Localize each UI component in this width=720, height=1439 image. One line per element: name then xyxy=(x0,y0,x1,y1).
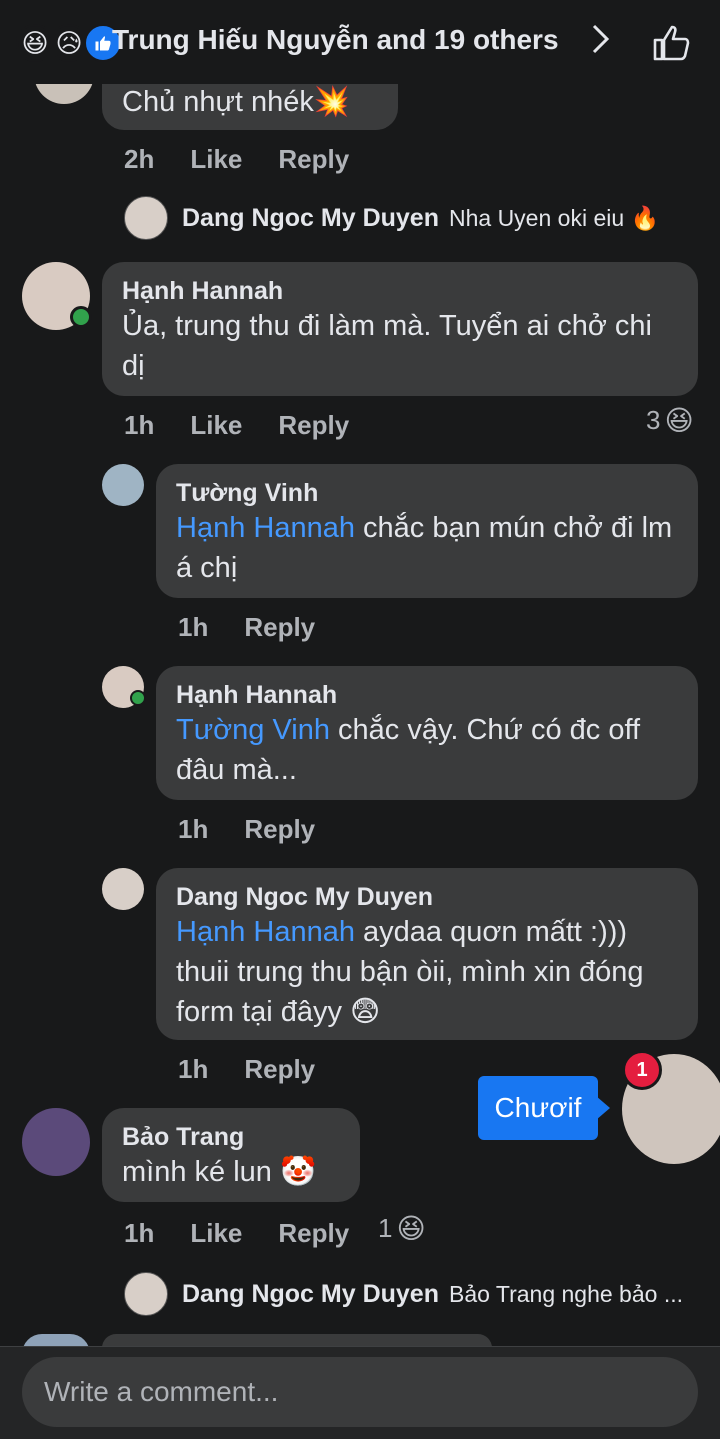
like-button[interactable]: Like xyxy=(190,410,242,441)
reply-meta: 1h Reply xyxy=(178,612,351,643)
reply-preview-text: Bảo Trang nghe bảo ... xyxy=(448,1280,683,1307)
chathead-tail xyxy=(596,1096,610,1120)
haha-reaction-icon: 😆 xyxy=(396,1213,426,1244)
reply-bubble: Tường Vinh Hạnh Hannah chắc bạn mún chở … xyxy=(156,464,698,598)
comment-time: 2h xyxy=(124,144,155,174)
reply-time: 1h xyxy=(178,814,209,844)
avatar xyxy=(124,1272,168,1316)
comment-time: 1h xyxy=(124,410,155,440)
comment-meta: 2h Like Reply xyxy=(124,144,385,175)
reply-button[interactable]: Reply xyxy=(278,144,349,175)
haha-reaction-icon: 😆 xyxy=(16,24,54,62)
comment-author[interactable]: Hạnh Hannah xyxy=(122,276,678,306)
reaction-count[interactable]: 3 😆 xyxy=(646,404,694,437)
reply-preview[interactable]: Dang Ngoc My Duyen Bảo Trang nghe bảo ..… xyxy=(124,1272,683,1316)
reply-preview-text: Nha Uyen oki eiu 🔥 xyxy=(448,204,660,231)
reply-meta: 1h Reply xyxy=(178,814,351,845)
comment-time: 1h xyxy=(124,1218,155,1248)
reply-button[interactable]: Reply xyxy=(278,1218,349,1249)
comment-input[interactable] xyxy=(22,1357,698,1427)
reply-time: 1h xyxy=(178,612,209,642)
avatar[interactable] xyxy=(22,1108,90,1176)
avatar xyxy=(124,196,168,240)
comment-text: Ủa, trung thu đi làm mà. Tuyển ai chở ch… xyxy=(122,310,652,382)
chevron-right-icon[interactable] xyxy=(590,22,612,65)
mention-link[interactable]: Hạnh Hannah xyxy=(176,512,355,544)
comment-meta: 1h Like Reply xyxy=(124,410,385,441)
comment-bubble: Bảo Trang mình ké lun 🤡 xyxy=(102,1108,360,1202)
reply-text: Hạnh Hannah aydaa quơn mấtt :))) thuii t… xyxy=(176,916,644,1028)
reaction-count[interactable]: 1 😆 xyxy=(378,1212,426,1245)
comment-meta: 1h Like Reply xyxy=(124,1218,385,1249)
avatar[interactable] xyxy=(102,868,144,910)
thumbs-up-icon[interactable] xyxy=(652,24,692,62)
avatar[interactable] xyxy=(102,464,144,506)
reply-bubble: Dang Ngoc My Duyen Hạnh Hannah aydaa quơ… xyxy=(156,868,698,1040)
reactions-header: 😆 😥 Trung Hiếu Nguyễn and 19 others xyxy=(0,0,720,84)
online-indicator xyxy=(130,690,146,706)
haha-reaction-icon: 😆 xyxy=(664,405,694,436)
reply-preview-name: Dang Ngoc My Duyen xyxy=(182,1279,439,1308)
reply-author[interactable]: Dang Ngoc My Duyen xyxy=(176,882,678,912)
reply-text: Hạnh Hannah chắc bạn mún chở đi lm á chị xyxy=(176,512,673,584)
comment-bubble: Hạnh Hannah Ủa, trung thu đi làm mà. Tuy… xyxy=(102,262,698,396)
reply-button[interactable]: Reply xyxy=(278,410,349,441)
comment-text: mình ké lun 🤡 xyxy=(122,1156,317,1188)
sad-reaction-icon: 😥 xyxy=(50,24,88,62)
chathead-label[interactable]: Chươif xyxy=(478,1076,598,1140)
reaction-summary[interactable]: 😆 😥 xyxy=(16,24,122,62)
reply-meta: 1h Reply xyxy=(178,1054,351,1085)
reply-bubble: Hạnh Hannah Tường Vinh chắc vậy. Chứ có … xyxy=(156,666,698,800)
comment-author[interactable]: Bảo Trang xyxy=(122,1122,340,1152)
reply-author[interactable]: Hạnh Hannah xyxy=(176,680,678,710)
comment-text: Chủ nhựt nhék💥 xyxy=(122,86,351,118)
unread-badge: 1 xyxy=(622,1050,662,1090)
reply-button[interactable]: Reply xyxy=(244,1054,315,1085)
reply-preview-name: Dang Ngoc My Duyen xyxy=(182,203,439,232)
like-button[interactable]: Like xyxy=(190,1218,242,1249)
mention-link[interactable]: Hạnh Hannah xyxy=(176,916,355,948)
reply-time: 1h xyxy=(178,1054,209,1084)
reactors-label[interactable]: Trung Hiếu Nguyễn and 19 others xyxy=(112,24,559,56)
online-indicator xyxy=(70,306,92,328)
mention-link[interactable]: Tường Vinh xyxy=(176,714,330,746)
like-button[interactable]: Like xyxy=(190,144,242,175)
reaction-count-value: 1 xyxy=(378,1213,393,1243)
reply-button[interactable]: Reply xyxy=(244,612,315,643)
reply-text: Tường Vinh chắc vậy. Chứ có đc off đâu m… xyxy=(176,714,641,786)
reply-preview[interactable]: Dang Ngoc My Duyen Nha Uyen oki eiu 🔥 xyxy=(124,196,659,240)
reaction-count-value: 3 xyxy=(646,405,661,435)
reply-author[interactable]: Tường Vinh xyxy=(176,478,678,508)
reply-button[interactable]: Reply xyxy=(244,814,315,845)
